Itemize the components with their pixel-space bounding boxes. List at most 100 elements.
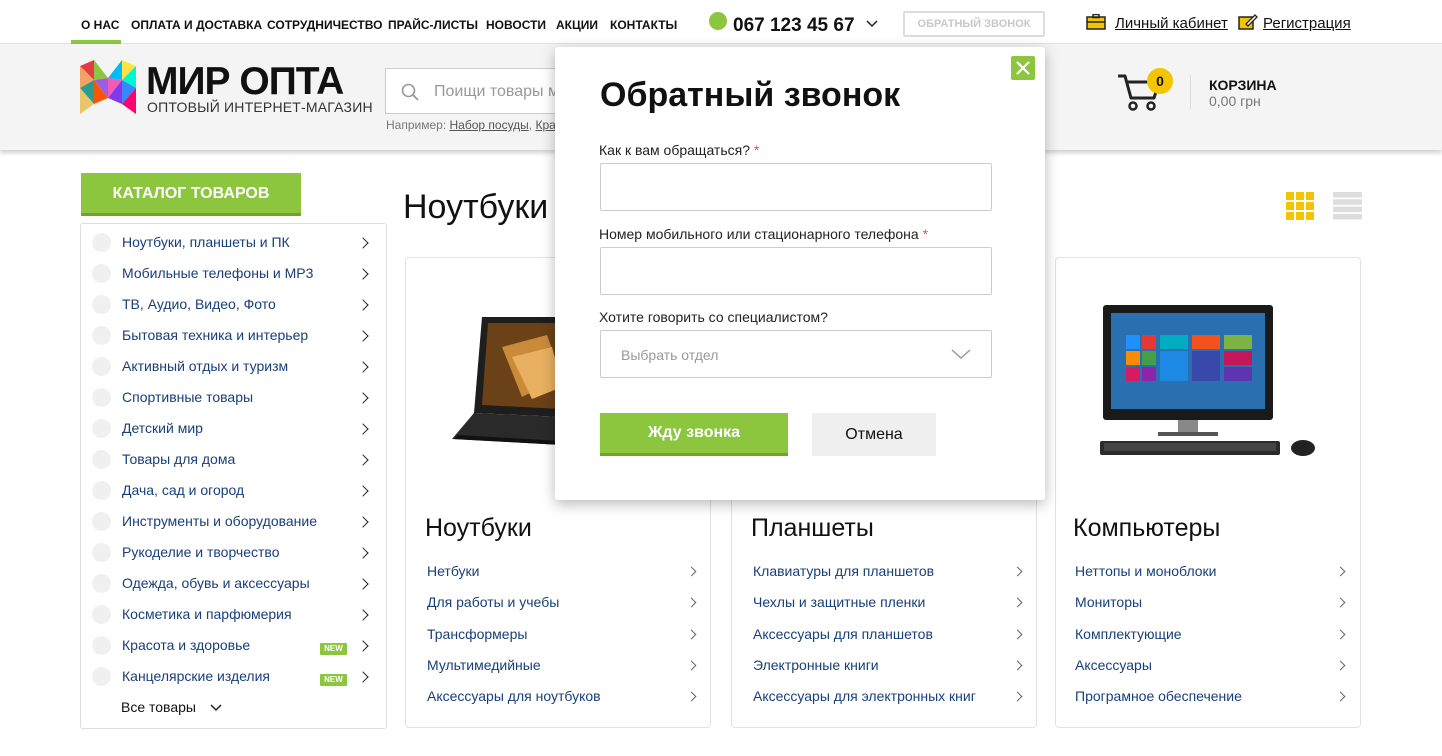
- catalog-item-label: Одежда, обувь и аксессуары: [122, 575, 310, 591]
- subcategory-link[interactable]: Чехлы и защитные пленки: [753, 594, 925, 610]
- submit-callback-button[interactable]: Жду звонка: [600, 413, 788, 456]
- page-title: Ноутбуки: [403, 188, 549, 226]
- card-title-notebooks[interactable]: Ноутбуки: [425, 514, 532, 543]
- chevron-right-icon: [357, 423, 369, 435]
- name-field-label: Как к вам обращаться? *: [599, 142, 759, 158]
- catalog-item[interactable]: Рукоделие и творчество: [81, 536, 386, 567]
- catalog-item[interactable]: Ноутбуки, планшеты и ПК: [81, 226, 386, 257]
- subcategory-link[interactable]: Мониторы: [1075, 594, 1142, 610]
- subcategory-link[interactable]: Аксессуары для ноутбуков: [427, 688, 601, 704]
- nav-payment-delivery[interactable]: Оплата и доставка: [131, 18, 262, 32]
- name-field[interactable]: [600, 163, 992, 211]
- edit-icon: [1238, 14, 1258, 30]
- catalog-item-label: Канцелярские изделия: [122, 668, 271, 684]
- nav-price-lists[interactable]: Прайс-листы: [388, 18, 478, 32]
- catalog-item[interactable]: Активный отдых и туризм: [81, 350, 386, 381]
- logo-title[interactable]: МИР ОПТА: [146, 60, 344, 104]
- callback-button[interactable]: Обратный звонок: [903, 11, 1045, 37]
- search-hint: Например: Набор посуды, Кра: [386, 118, 556, 132]
- catalog-item-label: Спортивные товары: [122, 389, 254, 405]
- list-view-icon[interactable]: [1333, 192, 1362, 220]
- catalog-item[interactable]: Дача, сад и огород: [81, 474, 386, 505]
- catalog-item-label: Детский мир: [122, 420, 203, 436]
- subcategory-link[interactable]: Комплектующие: [1075, 626, 1182, 642]
- cancel-button[interactable]: Отмена: [812, 413, 936, 456]
- logo-icon[interactable]: [80, 60, 136, 114]
- phone-number[interactable]: 067 123 45 67: [709, 12, 878, 37]
- nav-news[interactable]: Новости: [486, 18, 546, 32]
- chevron-down-icon: [951, 349, 971, 360]
- catalog-item[interactable]: Канцелярские изделия NEW: [81, 660, 386, 691]
- chevron-right-icon: [357, 485, 369, 497]
- subcategory-link[interactable]: Неттопы и моноблоки: [1075, 563, 1217, 579]
- category-icon: [92, 233, 111, 252]
- chevron-right-icon: [357, 268, 369, 280]
- briefcase-icon: [1086, 14, 1106, 30]
- subcategory-link[interactable]: Аксессуары для планшетов: [753, 626, 933, 642]
- category-icon: [92, 574, 111, 593]
- phone-field[interactable]: [600, 247, 992, 295]
- subcategory-link[interactable]: Мультимедийные: [427, 657, 541, 673]
- phone-text: 067 123 45 67: [733, 15, 855, 36]
- chevron-right-icon: [357, 671, 369, 683]
- catalog-button[interactable]: Каталог товаров: [81, 173, 301, 216]
- department-select[interactable]: Выбрать отдел: [600, 330, 992, 378]
- top-bar: О нас Оплата и доставка Сотрудничество П…: [0, 0, 1442, 44]
- chevron-down-icon: [210, 704, 222, 712]
- category-icon: [92, 605, 111, 624]
- department-label: Хотите говорить со специалистом?: [599, 309, 828, 325]
- nav-promotions[interactable]: Акции: [556, 18, 598, 32]
- category-icon: [92, 326, 111, 345]
- phone-icon: [709, 12, 727, 30]
- category-icon: [92, 543, 111, 562]
- all-goods-label: Все товары: [121, 699, 196, 715]
- nav-contacts[interactable]: Контакты: [610, 18, 677, 32]
- search-hint-link-2[interactable]: Кра: [535, 118, 555, 132]
- nav-cooperation[interactable]: Сотрудничество: [267, 18, 382, 32]
- nav-about[interactable]: О нас: [81, 18, 119, 32]
- catalog-item[interactable]: Красота и здоровье NEW: [81, 629, 386, 660]
- card-title-tablets[interactable]: Планшеты: [751, 514, 874, 543]
- catalog-item[interactable]: Инструменты и оборудование: [81, 505, 386, 536]
- subcategory-link[interactable]: Электронные книги: [753, 657, 879, 673]
- account-link[interactable]: Личный кабинет: [1115, 15, 1228, 32]
- chevron-right-icon: [357, 299, 369, 311]
- search-hint-prefix: Например:: [386, 118, 447, 132]
- subcategory-link[interactable]: Аксессуары для электронных книг: [753, 688, 976, 704]
- catalog-item[interactable]: Бытовая техника и интерьер: [81, 319, 386, 350]
- modal-close-button[interactable]: [1011, 56, 1035, 80]
- required-mark: *: [922, 226, 929, 242]
- grid-view-icon[interactable]: [1286, 192, 1314, 220]
- chevron-right-icon: [357, 392, 369, 404]
- register-link[interactable]: Регистрация: [1263, 15, 1351, 32]
- category-icon: [92, 512, 111, 531]
- chevron-down-icon: [866, 20, 878, 28]
- subcategory-link[interactable]: Програмное обеспечение: [1075, 688, 1242, 704]
- catalog-item[interactable]: Детский мир: [81, 412, 386, 443]
- catalog-item[interactable]: ТВ, Аудио, Видео, Фото: [81, 288, 386, 319]
- subcategory-link[interactable]: Трансформеры: [427, 626, 527, 642]
- subcategory-link[interactable]: Клавиатуры для планшетов: [753, 563, 934, 579]
- phone-label-text: Номер мобильного или стационарного телеф…: [599, 226, 919, 242]
- search-input[interactable]: Поищи товары м: [385, 68, 565, 114]
- search-hint-link-1[interactable]: Набор посуды: [450, 118, 529, 132]
- logo-subtitle: ОПТОВЫЙ ИНТЕРНЕТ-МАГАЗИН: [147, 99, 373, 115]
- phone-field-label: Номер мобильного или стационарного телеф…: [599, 226, 928, 242]
- all-goods-toggle[interactable]: Все товары: [121, 699, 222, 715]
- catalog-item[interactable]: Косметика и парфюмерия: [81, 598, 386, 629]
- chevron-right-icon: [357, 609, 369, 621]
- catalog-item[interactable]: Мобильные телефоны и MP3: [81, 257, 386, 288]
- chevron-right-icon: [357, 330, 369, 342]
- category-icon: [92, 264, 111, 283]
- catalog-item-label: Косметика и парфюмерия: [122, 606, 292, 622]
- catalog-item[interactable]: Одежда, обувь и аксессуары: [81, 567, 386, 598]
- card-title-computers[interactable]: Компьютеры: [1073, 514, 1220, 543]
- catalog-item-label: Дача, сад и огород: [122, 482, 245, 498]
- chevron-right-icon: [357, 516, 369, 528]
- subcategory-link[interactable]: Аксессуары: [1075, 657, 1152, 673]
- cart-title[interactable]: КОРЗИНА: [1209, 77, 1277, 93]
- subcategory-link[interactable]: Для работы и учебы: [427, 594, 559, 610]
- subcategory-link[interactable]: Нетбуки: [427, 563, 480, 579]
- catalog-item[interactable]: Товары для дома: [81, 443, 386, 474]
- catalog-item[interactable]: Спортивные товары: [81, 381, 386, 412]
